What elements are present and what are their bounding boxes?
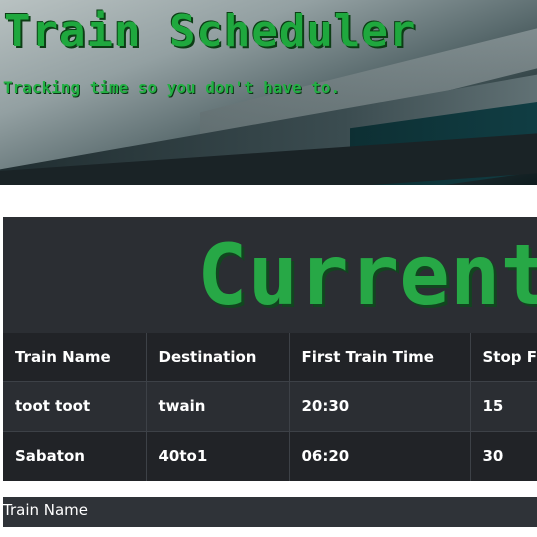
cell-destination: twain	[146, 381, 290, 431]
cell-destination: 40to1	[146, 431, 290, 481]
table-header-row: Train Name Destination First Train Time …	[3, 333, 537, 381]
hero-banner: Train Scheduler Tracking time so you don…	[0, 0, 537, 185]
cell-train-name: Sabaton	[3, 431, 147, 481]
cell-first-train-time: 20:30	[289, 381, 471, 431]
cell-first-train-time: 06:20	[289, 431, 471, 481]
site-tagline: Tracking time so you don't have to.	[3, 78, 341, 97]
schedule-panel-heading: Current Train Schedule	[3, 217, 537, 333]
table-row: Sabaton 40to1 06:20 30	[3, 431, 537, 481]
cell-stop-frequency: 15	[470, 381, 537, 431]
column-header-train-name: Train Name	[3, 333, 147, 381]
table-row: toot toot twain 20:30 15	[3, 381, 537, 431]
add-train-form: Train Name	[3, 497, 537, 537]
train-name-label: Train Name	[3, 501, 89, 519]
schedule-table: Train Name Destination First Train Time …	[3, 333, 537, 481]
cell-train-name: toot toot	[3, 381, 147, 431]
site-title: Train Scheduler	[4, 6, 417, 57]
column-header-destination: Destination	[146, 333, 290, 381]
schedule-panel: Current Train Schedule Train Name Destin…	[3, 217, 537, 481]
column-header-stop-frequency: Stop Frequency	[470, 333, 537, 381]
schedule-heading: Current Train Schedule	[197, 226, 537, 324]
train-name-input[interactable]	[3, 527, 537, 537]
cell-stop-frequency: 30	[470, 431, 537, 481]
column-header-first-train-time: First Train Time	[289, 333, 471, 381]
